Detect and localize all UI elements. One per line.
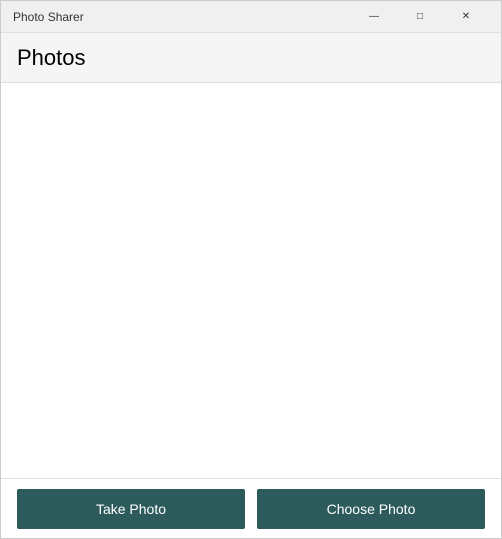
title-bar: Photo Sharer — □ ✕ xyxy=(1,1,501,33)
page-header: Photos xyxy=(1,33,501,83)
minimize-icon: — xyxy=(369,11,379,22)
close-button[interactable]: ✕ xyxy=(443,1,489,33)
choose-photo-button[interactable]: Choose Photo xyxy=(257,489,485,529)
app-window: Photo Sharer — □ ✕ Photos Take Photo Cho… xyxy=(0,0,502,539)
button-bar: Take Photo Choose Photo xyxy=(1,478,501,538)
minimize-button[interactable]: — xyxy=(351,1,397,33)
window-controls: — □ ✕ xyxy=(351,1,489,33)
close-icon: ✕ xyxy=(462,11,470,22)
photo-content-area xyxy=(1,83,501,478)
take-photo-button[interactable]: Take Photo xyxy=(17,489,245,529)
page-title: Photos xyxy=(17,45,86,71)
maximize-button[interactable]: □ xyxy=(397,1,443,33)
window-title: Photo Sharer xyxy=(13,10,351,24)
maximize-icon: □ xyxy=(417,11,423,22)
